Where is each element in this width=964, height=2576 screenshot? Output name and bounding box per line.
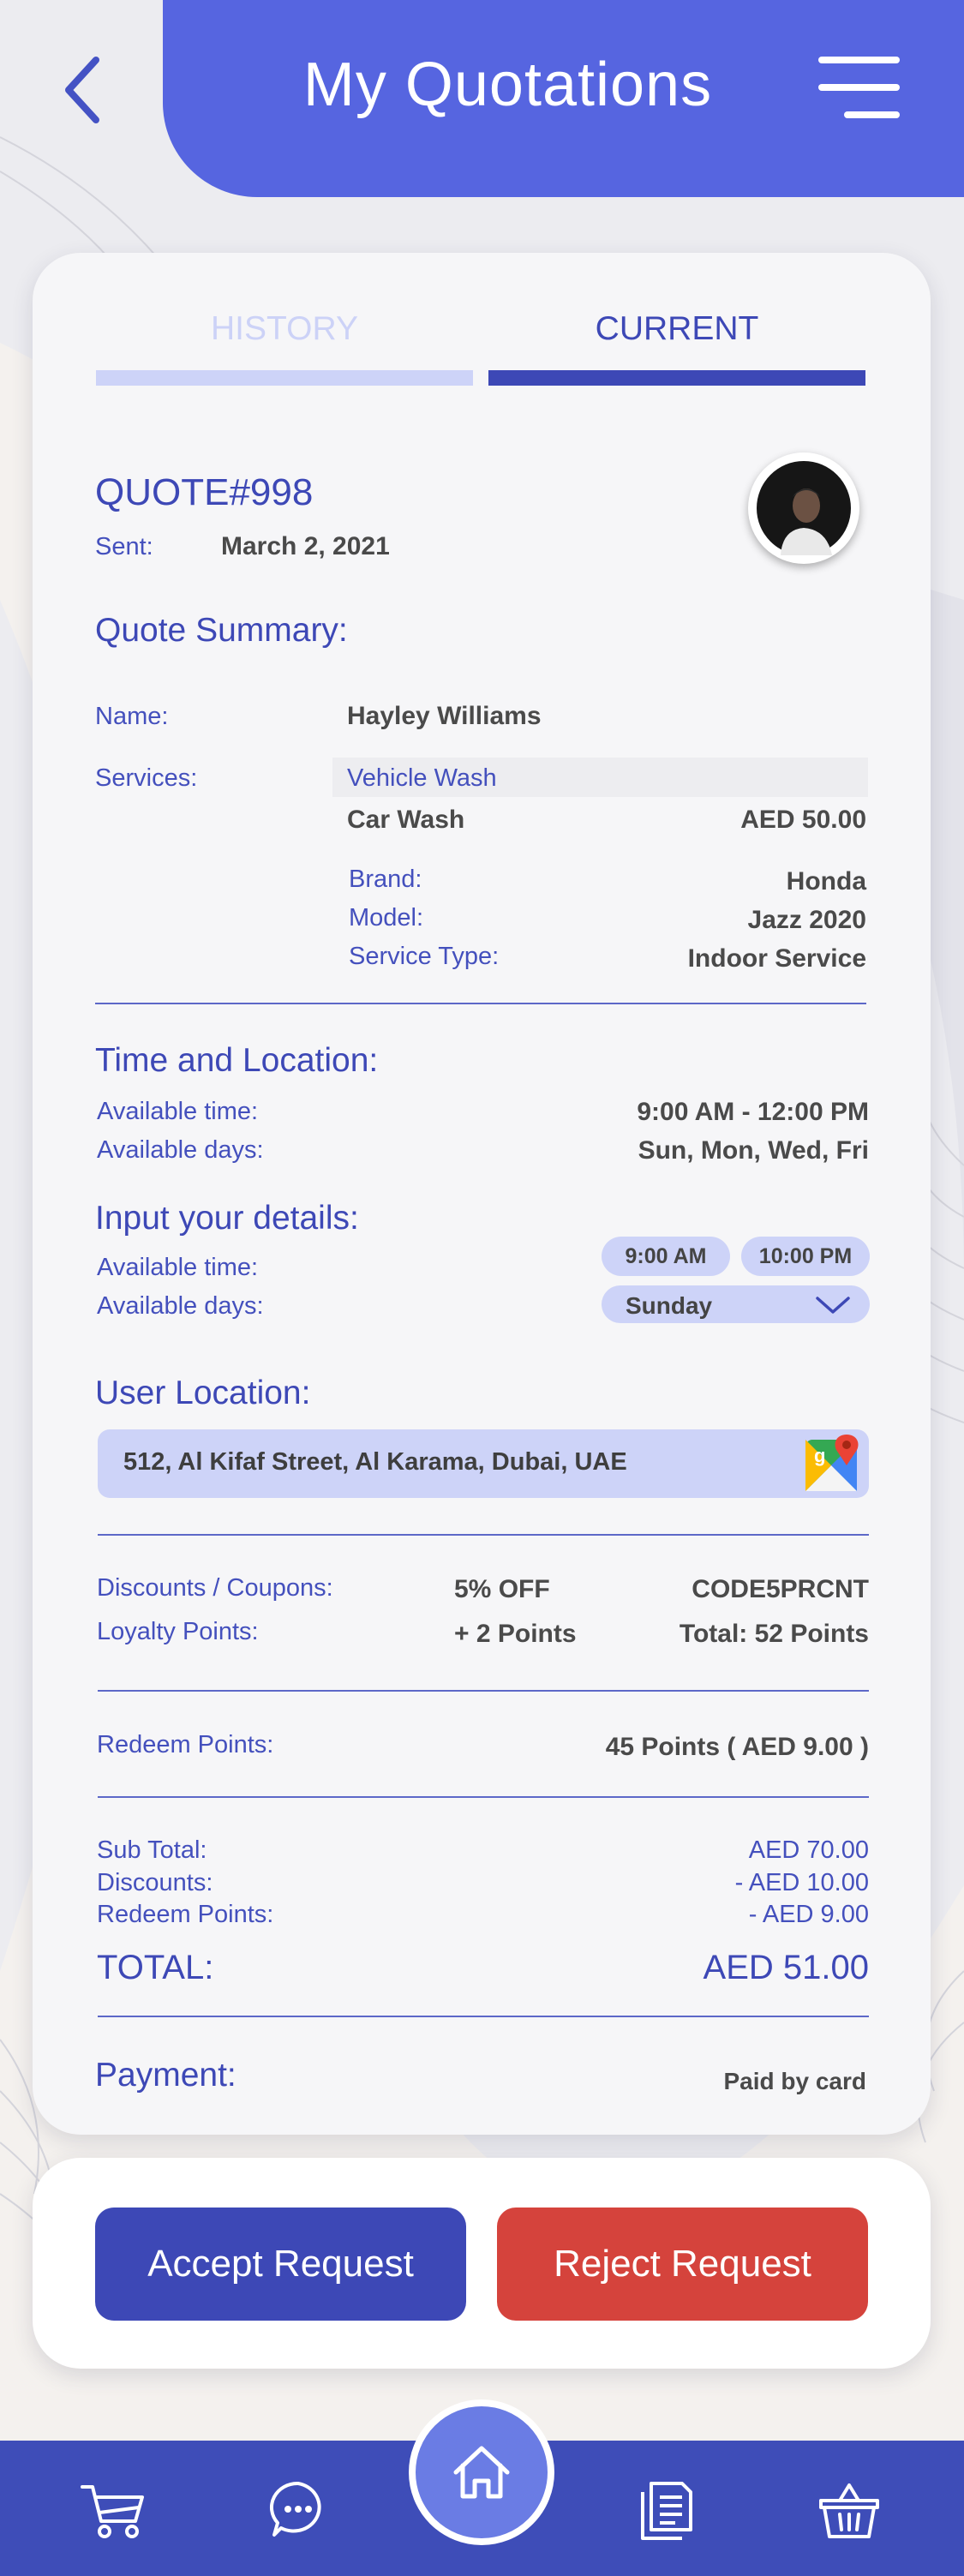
discounts-total-label: Discounts: bbox=[97, 1869, 213, 1896]
model-label: Model: bbox=[349, 904, 424, 932]
back-chevron-icon[interactable] bbox=[53, 51, 113, 129]
day-select[interactable]: Sunday bbox=[602, 1285, 870, 1323]
service-price: AED 50.00 bbox=[740, 806, 866, 834]
available-time-label: Available time: bbox=[97, 1098, 259, 1125]
available-days-value: Sun, Mon, Wed, Fri bbox=[638, 1136, 869, 1165]
subtotal-value: AED 70.00 bbox=[748, 1836, 869, 1864]
divider bbox=[95, 1003, 866, 1004]
services-label: Services: bbox=[95, 764, 198, 792]
svg-text:g: g bbox=[814, 1445, 825, 1466]
accept-request-button[interactable]: Accept Request bbox=[95, 2208, 466, 2321]
address-field[interactable]: 512, Al Kifaf Street, Al Karama, Dubai, … bbox=[98, 1429, 869, 1498]
tab-current[interactable]: CURRENT bbox=[488, 310, 865, 348]
basket-icon[interactable] bbox=[817, 2480, 881, 2542]
name-value: Hayley Williams bbox=[347, 702, 542, 730]
chevron-down-icon bbox=[816, 1297, 850, 1314]
cart-icon[interactable] bbox=[79, 2482, 147, 2542]
quote-number: QUOTE#998 bbox=[95, 471, 314, 513]
discounts-total-value: - AED 10.00 bbox=[734, 1869, 869, 1896]
documents-icon[interactable] bbox=[638, 2480, 694, 2542]
total-label: TOTAL: bbox=[97, 1949, 214, 1986]
divider bbox=[98, 1796, 869, 1798]
redeem-total-label: Redeem Points: bbox=[97, 1901, 274, 1928]
tab-current-indicator bbox=[488, 370, 865, 386]
address-value: 512, Al Kifaf Street, Al Karama, Dubai, … bbox=[123, 1448, 627, 1476]
total-value: AED 51.00 bbox=[703, 1949, 869, 1986]
divider bbox=[98, 1690, 869, 1692]
quote-summary-heading: Quote Summary: bbox=[95, 612, 348, 649]
avatar bbox=[748, 452, 859, 564]
user-location-heading: User Location: bbox=[95, 1375, 311, 1411]
reject-request-button[interactable]: Reject Request bbox=[497, 2208, 868, 2321]
service-category: Vehicle Wash bbox=[347, 764, 497, 792]
coupons-label: Discounts / Coupons: bbox=[97, 1574, 333, 1602]
sent-date: March 2, 2021 bbox=[221, 532, 390, 560]
home-button[interactable] bbox=[409, 2399, 554, 2545]
day-select-value: Sunday bbox=[626, 1292, 713, 1319]
coupon-code: CODE5PRCNT bbox=[692, 1575, 869, 1603]
google-maps-icon[interactable]: g bbox=[802, 1433, 864, 1495]
hamburger-menu-icon[interactable] bbox=[818, 57, 900, 122]
payment-label: Payment: bbox=[95, 2057, 237, 2094]
payment-value: Paid by card bbox=[723, 2068, 866, 2094]
sent-label: Sent: bbox=[95, 533, 153, 560]
brand-value: Honda bbox=[786, 867, 866, 896]
avatar-photo bbox=[757, 461, 851, 555]
page-title: My Quotations bbox=[302, 51, 713, 119]
divider bbox=[98, 2016, 869, 2017]
time-location-heading: Time and Location: bbox=[95, 1042, 379, 1079]
model-value: Jazz 2020 bbox=[747, 906, 866, 934]
input-days-label: Available days: bbox=[97, 1292, 264, 1320]
redeem-label: Redeem Points: bbox=[97, 1731, 274, 1758]
available-time-value: 9:00 AM - 12:00 PM bbox=[637, 1098, 869, 1126]
loyalty-points: + 2 Points bbox=[454, 1620, 577, 1648]
redeem-value: 45 Points ( AED 9.00 ) bbox=[605, 1733, 869, 1761]
tab-history[interactable]: HISTORY bbox=[96, 310, 473, 348]
brand-label: Brand: bbox=[349, 866, 422, 893]
loyalty-label: Loyalty Points: bbox=[97, 1618, 259, 1645]
chat-icon[interactable] bbox=[267, 2478, 329, 2540]
service-type-value: Indoor Service bbox=[687, 944, 866, 973]
home-icon bbox=[453, 2446, 510, 2499]
service-type-label: Service Type: bbox=[349, 943, 500, 970]
input-time-label: Available time: bbox=[97, 1254, 259, 1281]
loyalty-total: Total: 52 Points bbox=[679, 1620, 869, 1648]
tab-history-indicator bbox=[96, 370, 473, 386]
input-details-heading: Input your details: bbox=[95, 1200, 359, 1237]
coupon-value: 5% OFF bbox=[454, 1575, 550, 1603]
subtotal-label: Sub Total: bbox=[97, 1836, 207, 1864]
time-from-picker[interactable]: 9:00 AM bbox=[602, 1237, 730, 1276]
redeem-total-value: - AED 9.00 bbox=[748, 1901, 869, 1928]
divider bbox=[98, 1534, 869, 1536]
available-days-label: Available days: bbox=[97, 1136, 264, 1164]
time-to-picker[interactable]: 10:00 PM bbox=[741, 1237, 870, 1276]
name-label: Name: bbox=[95, 703, 169, 730]
service-name: Car Wash bbox=[347, 806, 465, 834]
